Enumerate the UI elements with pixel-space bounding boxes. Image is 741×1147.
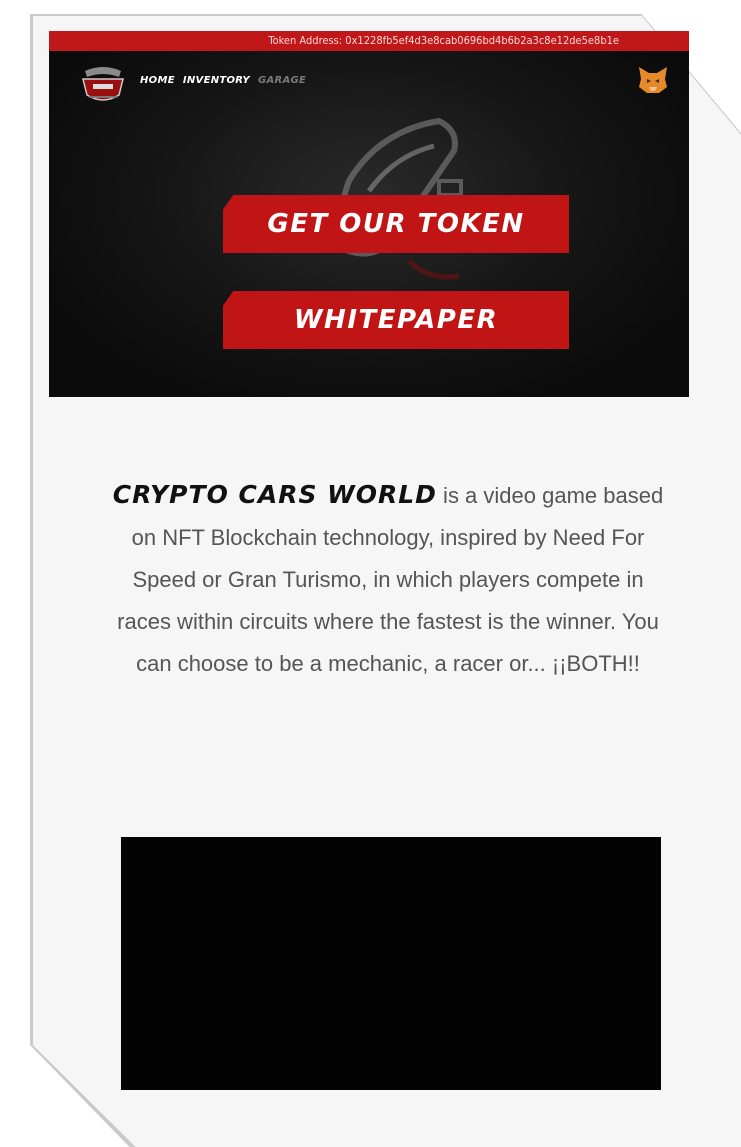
nav-home[interactable]: HOME: [140, 75, 175, 86]
brand-name: CRYPTO CARS WORLD: [112, 480, 437, 509]
get-our-token-button[interactable]: GET OUR TOKEN: [223, 195, 569, 253]
token-address-bar[interactable]: Token Address: 0x1228fb5ef4d3e8cab0696bd…: [49, 31, 689, 51]
nav-links: HOME INVENTORY GARAGE: [140, 75, 306, 86]
nav-inventory[interactable]: INVENTORY: [183, 75, 250, 86]
description-text: is a video game based on NFT Blockchain …: [117, 483, 664, 676]
hero-section: Token Address: 0x1228fb5ef4d3e8cab0696bd…: [49, 31, 689, 397]
metamask-fox-icon[interactable]: [637, 65, 669, 95]
game-description: CRYPTO CARS WORLD is a video game based …: [108, 474, 668, 685]
video-player[interactable]: [121, 837, 661, 1090]
crypto-cars-logo-icon[interactable]: [79, 61, 127, 107]
whitepaper-button[interactable]: WHITEPAPER: [223, 291, 569, 349]
nav-garage[interactable]: GARAGE: [258, 75, 306, 86]
